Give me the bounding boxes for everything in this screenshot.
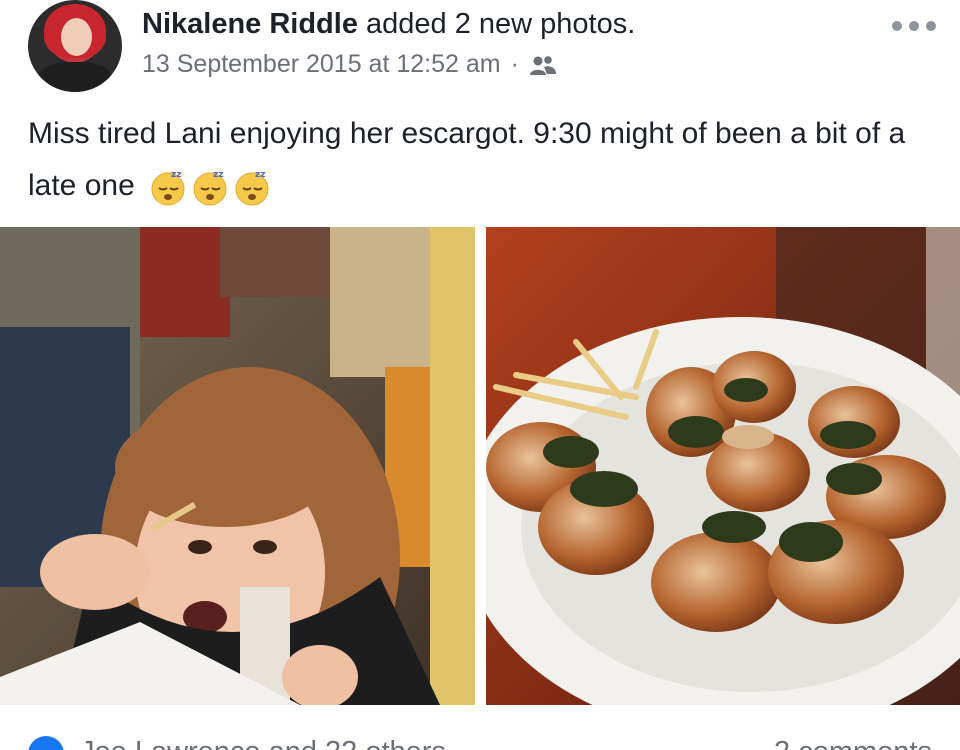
emoji-group: zz zz zz	[149, 168, 271, 206]
author-name-link[interactable]: Nikalene Riddle	[142, 8, 358, 40]
post-header: Nikalene Riddle added 2 new photos. 13 S…	[0, 0, 960, 100]
post-meta: 13 September 2015 at 12:52 am ·	[142, 48, 557, 80]
reactions-summary[interactable]: Joe Lawrence and 22 others	[80, 736, 446, 750]
svg-text:zz: zz	[255, 170, 265, 180]
author-avatar[interactable]	[28, 0, 122, 92]
photo-child-eating-escargot[interactable]	[0, 227, 475, 705]
friends-icon[interactable]	[529, 53, 557, 75]
more-options-icon[interactable]	[892, 16, 936, 36]
post-timestamp[interactable]: 13 September 2015 at 12:52 am	[142, 48, 501, 80]
post-body: Miss tired Lani enjoying her escargot. 9…	[28, 108, 938, 212]
like-badge-icon[interactable]	[28, 736, 64, 750]
photo-plate-of-escargot[interactable]	[486, 227, 960, 705]
svg-text:zz: zz	[213, 170, 223, 180]
comments-count[interactable]: 2 comments	[774, 736, 932, 750]
sleeping-face-icon: zz	[151, 170, 185, 206]
meta-separator: ·	[510, 50, 519, 78]
sleeping-face-icon: zz	[193, 170, 227, 206]
post-action-text: added 2 new photos.	[366, 8, 636, 40]
sleeping-face-icon: zz	[235, 170, 269, 206]
svg-text:zz: zz	[171, 170, 181, 180]
post-footer: Joe Lawrence and 22 others 2 comments	[0, 708, 960, 750]
author-line: Nikalene Riddle added 2 new photos.	[142, 6, 635, 42]
